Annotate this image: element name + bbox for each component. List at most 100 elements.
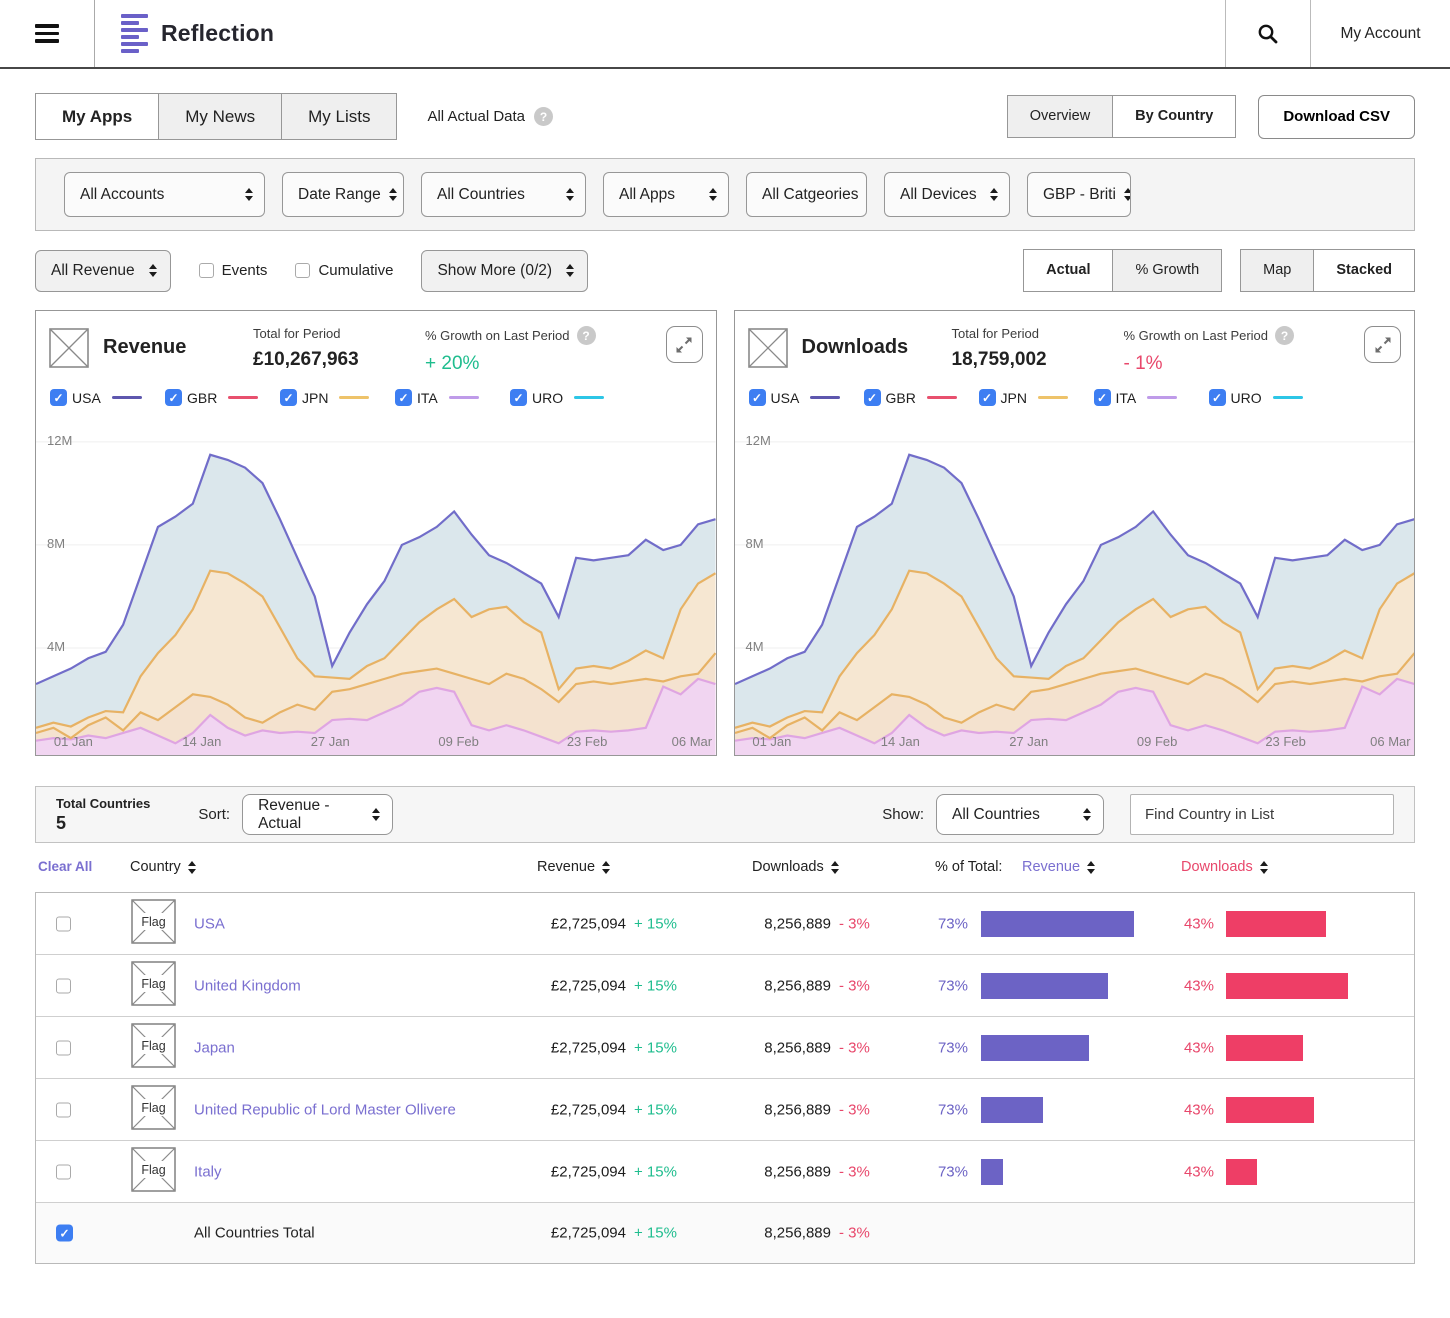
flag-cell: Flag [131, 1023, 176, 1073]
downloads-card-header: Downloads Total for Period 18,759,002 % … [735, 311, 1415, 375]
show-more-select[interactable]: Show More (0/2) [421, 250, 588, 292]
cumulative-label: Cumulative [318, 262, 393, 279]
help-icon[interactable]: ? [534, 107, 553, 126]
legend-line-swatch [574, 396, 604, 400]
brand: Reflection [95, 0, 274, 67]
show-countries-select[interactable]: All Countries [936, 794, 1104, 835]
download-csv-button[interactable]: Download CSV [1258, 95, 1415, 139]
country-link[interactable]: United Kingdom [194, 977, 301, 994]
country-link[interactable]: United Republic of Lord Master Ollivere [194, 1101, 456, 1118]
expand-chart-button[interactable] [666, 326, 703, 363]
pct-revenue-value: 73% [934, 1163, 968, 1180]
legend-label: GBR [187, 390, 217, 406]
help-icon[interactable]: ? [577, 326, 596, 345]
clear-all-link[interactable]: Clear All [38, 859, 92, 874]
row-checkbox[interactable] [56, 978, 71, 993]
pct-revenue-column-header[interactable]: Revenue [1022, 859, 1095, 875]
chart-title: Revenue [103, 336, 253, 359]
main-tabs: My AppsMy NewsMy Lists [35, 93, 397, 140]
hamburger-menu-button[interactable] [0, 0, 95, 67]
actual-growth-toggle: Actual% Growth [1023, 249, 1222, 292]
controls-row: All Revenue Events Cumulative Show More … [35, 249, 1415, 292]
legend-checkbox-gbr[interactable]: ✓ [864, 389, 881, 406]
legend-checkbox-uro[interactable]: ✓ [1209, 389, 1226, 406]
sort-arrows-icon [831, 861, 839, 874]
svg-text:Flag: Flag [141, 915, 165, 929]
growth-on-period: % Growth on Last Period ? - 1% [1124, 326, 1319, 375]
tab-my-news[interactable]: My News [158, 94, 281, 139]
events-checkbox[interactable] [199, 263, 214, 278]
growth-label: % Growth on Last Period ? [1124, 326, 1319, 345]
search-button[interactable] [1225, 0, 1311, 67]
country-link[interactable]: Italy [194, 1163, 222, 1180]
expand-chart-button[interactable] [1364, 326, 1401, 363]
country-link[interactable]: Japan [194, 1039, 235, 1056]
toggle-map[interactable]: Map [1241, 250, 1313, 291]
filter-select-all-apps[interactable]: All Apps [603, 172, 729, 217]
pct-revenue-value: 73% [934, 915, 968, 932]
toggle-actual[interactable]: Actual [1024, 250, 1112, 291]
legend-item-usa: ✓USA [749, 389, 864, 406]
cumulative-control: Cumulative [295, 262, 393, 279]
legend-checkbox-gbr[interactable]: ✓ [165, 389, 182, 406]
downloads-value: 8,256,889 [736, 1225, 831, 1242]
legend-checkbox-jpn[interactable]: ✓ [280, 389, 297, 406]
help-icon[interactable]: ? [1275, 326, 1294, 345]
select-arrows-icon [566, 264, 574, 277]
revenue-column-header[interactable]: Revenue [537, 859, 610, 875]
legend-label: ITA [417, 390, 438, 406]
filter-select-gbp-briti[interactable]: GBP - Briti [1027, 172, 1131, 217]
row-checkbox[interactable] [56, 1040, 71, 1055]
pct-downloads-value: 43% [1180, 1039, 1214, 1056]
table-row: FlagUnited Republic of Lord Master Olliv… [36, 1079, 1414, 1141]
legend-checkbox-usa[interactable]: ✓ [749, 389, 766, 406]
filter-select-all-devices[interactable]: All Devices [884, 172, 1010, 217]
filter-select-all-catgeories[interactable]: All Catgeories [746, 172, 867, 217]
view-by-country[interactable]: By Country [1112, 96, 1235, 137]
row-checkbox[interactable] [56, 1164, 71, 1179]
legend-checkbox-uro[interactable]: ✓ [510, 389, 527, 406]
filter-select-all-countries[interactable]: All Countries [421, 172, 586, 217]
filter-select-all-accounts[interactable]: All Accounts [64, 172, 265, 217]
row-checkbox[interactable] [56, 916, 71, 931]
sort-select[interactable]: Revenue - Actual [242, 794, 393, 835]
legend-item-jpn: ✓JPN [280, 389, 395, 406]
brand-name: Reflection [161, 20, 274, 47]
legend-checkbox-ita[interactable]: ✓ [1094, 389, 1111, 406]
x-axis-tick: 09 Feb [438, 734, 478, 749]
area-chart-svg [36, 425, 716, 755]
downloads-area-chart: 12M8M4M01 Jan14 Jan27 Jan09 Feb23 Feb06 … [735, 425, 1415, 755]
downloads-header-label: Downloads [752, 859, 824, 875]
downloads-column-header[interactable]: Downloads [752, 859, 839, 875]
my-account-button[interactable]: My Account [1311, 0, 1450, 67]
metric-select[interactable]: All Revenue [35, 250, 171, 292]
tab-my-lists[interactable]: My Lists [281, 94, 396, 139]
revenue-growth: + 15% [634, 977, 677, 994]
cumulative-checkbox[interactable] [295, 263, 310, 278]
tab-my-apps[interactable]: My Apps [36, 94, 158, 139]
filter-select-date-range[interactable]: Date Range [282, 172, 404, 217]
legend-checkbox-ita[interactable]: ✓ [395, 389, 412, 406]
country-link[interactable]: USA [194, 915, 225, 932]
country-column-header[interactable]: Country [130, 859, 196, 875]
x-axis-tick: 09 Feb [1137, 734, 1177, 749]
revenue-chart-card: Revenue Total for Period £10,267,963 % G… [35, 310, 717, 756]
toggle-growth[interactable]: % Growth [1112, 250, 1221, 291]
legend-label: URO [532, 390, 563, 406]
row-checkbox[interactable] [56, 1102, 71, 1117]
y-axis-tick: 8M [746, 536, 764, 551]
legend-line-swatch [228, 396, 258, 400]
view-overview[interactable]: Overview [1008, 96, 1112, 137]
pct-downloads-column-header[interactable]: Downloads [1181, 859, 1268, 875]
pct-revenue-bar [981, 911, 1134, 937]
total-countries: Total Countries 5 [56, 796, 150, 834]
events-control: Events [199, 262, 268, 279]
legend-checkbox-jpn[interactable]: ✓ [979, 389, 996, 406]
total-for-period: Total for Period 18,759,002 [952, 326, 1124, 371]
downloads-growth: - 3% [839, 1163, 870, 1180]
find-country-input[interactable] [1130, 794, 1394, 835]
total-row-checkbox[interactable]: ✓ [56, 1225, 73, 1242]
toggle-stacked[interactable]: Stacked [1313, 250, 1414, 291]
legend-checkbox-usa[interactable]: ✓ [50, 389, 67, 406]
svg-text:Flag: Flag [141, 1163, 165, 1177]
